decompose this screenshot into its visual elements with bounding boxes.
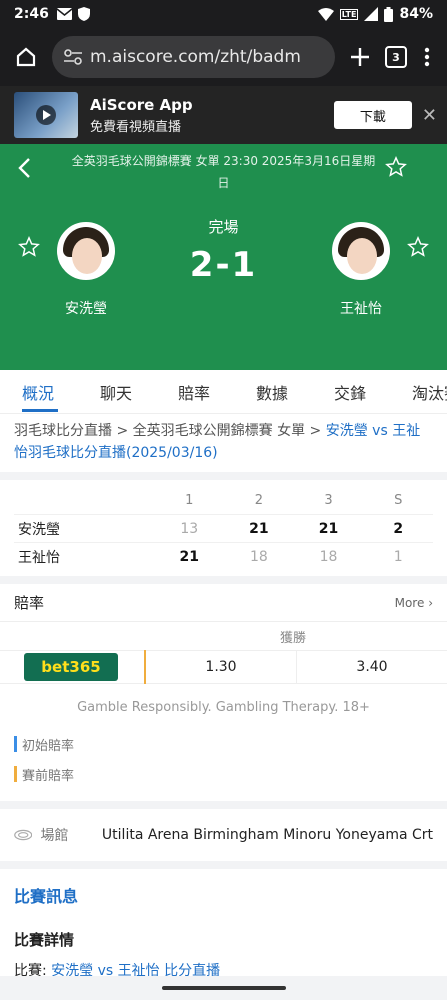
site-settings-icon[interactable] <box>64 49 82 65</box>
url-text: m.aiscore.com/zht/badm <box>90 47 301 67</box>
odds-row: bet365 1.30 3.40 <box>0 650 447 684</box>
odds-title: 賠率 <box>14 594 45 612</box>
browser-toolbar: m.aiscore.com/zht/badm 3 <box>0 28 447 86</box>
download-button[interactable]: 下載 <box>333 101 412 129</box>
player1-name: 安洗瑩 <box>65 301 107 317</box>
venue-label: 場館 <box>40 828 69 844</box>
row-player-name: 安洗瑩 <box>18 521 60 538</box>
tab-h2h[interactable]: 交鋒 <box>326 370 404 413</box>
more-menu-icon[interactable] <box>417 47 437 67</box>
app-video-thumbnail[interactable] <box>14 92 78 138</box>
legend-pre-match-odds: 賽前賠率 <box>22 768 75 784</box>
odds-more-link[interactable]: More › <box>395 596 433 610</box>
tab-odds[interactable]: 賠率 <box>170 370 248 413</box>
shield-icon <box>77 7 90 21</box>
table-row: 安洗瑩 13 21 21 2 <box>14 514 433 542</box>
tab-stats[interactable]: 數據 <box>248 370 326 413</box>
match-tabs: 概況 聊天 賠率 數據 交鋒 淘汰賽 <box>0 370 447 414</box>
tab-chat[interactable]: 聊天 <box>92 370 170 413</box>
home-gesture-handle[interactable] <box>161 986 286 990</box>
table-header: 1 2 3 S <box>185 492 403 508</box>
win-column-header: 獲勝 <box>280 630 307 646</box>
play-icon <box>36 105 56 125</box>
player2[interactable]: 王祉怡 <box>301 222 421 318</box>
match-info-section: 比賽訊息 比賽詳情 比賽: 安洗瑩 vs 王祉怡 比分直播 <box>0 869 447 988</box>
battery-level: 84% <box>399 6 433 22</box>
match-info-heading: 比賽訊息 <box>14 887 79 906</box>
battery-icon <box>384 6 394 22</box>
odds-home[interactable]: 1.30 <box>146 650 296 684</box>
breadcrumb-tournament[interactable]: 全英羽毛球公開錦標賽 女單 <box>133 423 305 439</box>
stadium-icon <box>14 829 33 841</box>
app-banner-subtitle: 免費看視頻直播 <box>90 119 182 135</box>
match-header: 全英羽毛球公開錦標賽 女單 23:30 2025年3月16日星期日 安洗瑩 完場… <box>0 144 447 370</box>
player2-avatar <box>332 222 390 280</box>
mail-icon <box>56 8 72 20</box>
wifi-icon <box>317 7 334 21</box>
tab-switcher-button[interactable]: 3 <box>385 46 407 68</box>
odds-section: 賠率 More › 獲勝 bet365 1.30 3.40 Gamble Res… <box>0 584 447 801</box>
tab-overview[interactable]: 概況 <box>14 370 92 413</box>
favorite-player2-star-icon[interactable] <box>407 236 429 262</box>
chevron-right-icon: › <box>428 595 433 610</box>
match-details-heading: 比賽詳情 <box>14 931 75 949</box>
table-row: 王祉怡 21 18 18 1 <box>14 542 433 570</box>
status-bar: 2:46 LTE 84% <box>0 0 447 28</box>
favorite-match-star-icon[interactable] <box>385 156 407 182</box>
home-icon[interactable] <box>10 46 42 68</box>
bet365-logo[interactable]: bet365 <box>24 653 118 681</box>
set-score-table: 1 2 3 S 安洗瑩 13 21 21 2 王祉怡 21 18 18 1 <box>0 480 447 576</box>
breadcrumb: 羽毛球比分直播 > 全英羽毛球公開錦標賽 女單 > 安洗瑩 vs 王祉怡羽毛球比… <box>0 414 447 472</box>
address-bar[interactable]: m.aiscore.com/zht/badm <box>52 36 335 78</box>
new-tab-icon[interactable] <box>345 47 375 67</box>
venue-row: 場館 Utilita Arena Birmingham Minoru Yoney… <box>0 809 447 861</box>
odds-legend: 初始賠率 賽前賠率 <box>0 725 447 801</box>
lte-badge: LTE <box>339 8 359 20</box>
match-info-line: 全英羽毛球公開錦標賽 女單 23:30 2025年3月16日星期日 <box>71 154 376 190</box>
odds-away[interactable]: 3.40 <box>296 650 447 684</box>
breadcrumb-sport[interactable]: 羽毛球比分直播 <box>14 423 112 439</box>
legend-initial-odds: 初始賠率 <box>22 738 75 754</box>
close-banner-icon[interactable]: ✕ <box>422 105 437 126</box>
gesture-nav-bar <box>0 976 447 1000</box>
signal-icon <box>364 7 379 21</box>
player2-name: 王祉怡 <box>340 301 382 317</box>
gamble-responsibly-note: Gamble Responsibly. Gambling Therapy. 18… <box>77 700 370 715</box>
app-banner: AiScore App 免費看視頻直播 下載 ✕ <box>0 86 447 144</box>
back-icon[interactable] <box>14 156 36 184</box>
row-player-name: 王祉怡 <box>18 549 60 566</box>
tab-knockout[interactable]: 淘汰賽 <box>404 370 447 413</box>
status-time: 2:46 <box>14 6 49 22</box>
app-banner-title: AiScore App <box>90 95 193 114</box>
venue-value: Utilita Arena Birmingham Minoru Yoneyama… <box>101 827 433 843</box>
